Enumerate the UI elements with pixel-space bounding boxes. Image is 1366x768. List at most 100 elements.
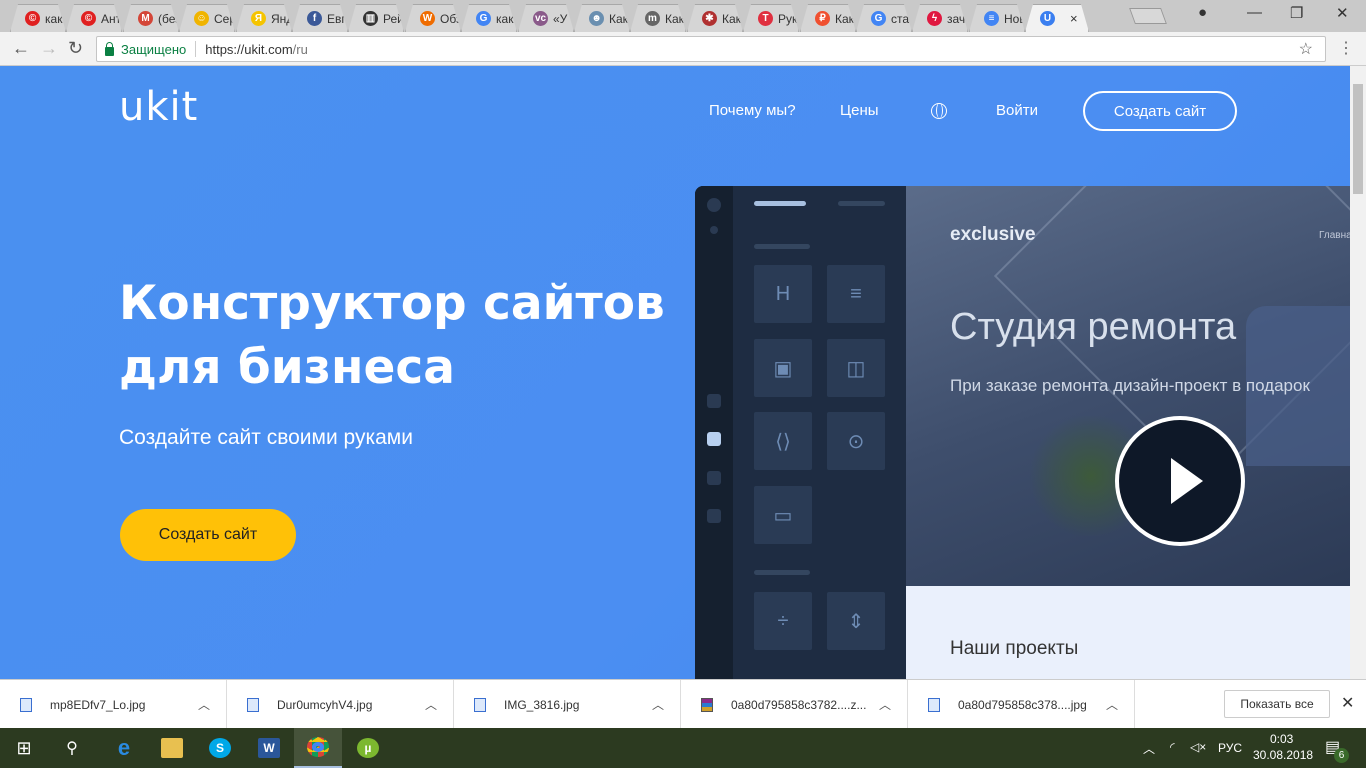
url-host: https://ukit.com [205, 41, 293, 57]
browser-tab[interactable]: Gкак [461, 4, 517, 32]
nav-login[interactable]: Войти [996, 102, 1038, 119]
rail-item [707, 394, 721, 408]
browser-tab[interactable]: © Ант [66, 4, 122, 32]
taskbar-utorrent[interactable]: µ [344, 728, 392, 768]
chevron-up-icon[interactable]: ︿ [1106, 696, 1118, 713]
file-icon [474, 697, 486, 712]
taskbar-word[interactable]: W [245, 728, 293, 768]
download-item[interactable]: Dur0umcyhV4.jpg ︿ [227, 680, 454, 729]
ruble-icon: ₽ [815, 11, 830, 26]
tab-title: как [45, 11, 63, 26]
close-tab-icon[interactable]: × [1070, 11, 1078, 26]
taskbar-skype[interactable]: S [196, 728, 244, 768]
profile-icon[interactable]: ● [1198, 4, 1207, 21]
browser-tab[interactable]: ₽ Как [800, 4, 856, 32]
download-item[interactable]: 0a80d795858c3782....z... ︿ [681, 680, 908, 729]
browser-tab[interactable]: ☻ Как [574, 4, 630, 32]
rail-dot [707, 198, 721, 212]
chevron-up-icon[interactable]: ︿ [198, 696, 210, 713]
new-tab-button[interactable] [1129, 8, 1167, 24]
url-text[interactable]: https://ukit.com/ru [205, 42, 308, 57]
chevron-up-icon[interactable]: ︿ [879, 696, 891, 713]
browser-tab[interactable]: ϟ зач [912, 4, 968, 32]
tab-title: как [496, 11, 514, 26]
tray-expand-icon[interactable]: ︿ [1143, 740, 1155, 757]
browser-menu-icon[interactable]: ⋮ [1338, 38, 1354, 58]
windows-taskbar: ⊞ ⚲ e S W µ ︿ ◜ ◁× РУС 0:03 30.08.2018 ▤… [0, 728, 1366, 768]
facebook-icon: f [307, 11, 322, 26]
globe-icon[interactable] [931, 103, 947, 119]
browser-tab[interactable]: Gстат [856, 4, 912, 32]
browser-tab[interactable]: vc «У [518, 4, 574, 32]
copyright-icon: © [81, 11, 96, 26]
browser-tab[interactable]: © как [10, 4, 66, 32]
ukit-icon: U [1040, 11, 1055, 26]
m-icon: m [645, 11, 660, 26]
wifi-icon[interactable]: ◜ [1170, 740, 1175, 754]
page-scrollbar[interactable] [1350, 66, 1366, 679]
browser-tab[interactable]: M (без [123, 4, 179, 32]
browser-tab[interactable]: ▥ Рей [348, 4, 404, 32]
search-icon: ⚲ [66, 740, 78, 757]
tab-title: Евге [327, 11, 348, 26]
heading-tile: H [754, 265, 812, 323]
search-button[interactable]: ⚲ [48, 728, 96, 768]
chart-icon: ▥ [363, 11, 378, 26]
restore-button[interactable]: ❐ [1290, 4, 1303, 22]
browser-tab[interactable]: ✱ Как [687, 4, 743, 32]
site-preview: exclusive Главная Студия ремонта При зак… [906, 186, 1350, 586]
start-button[interactable]: ⊞ [0, 728, 48, 768]
chevron-up-icon[interactable]: ︿ [425, 696, 437, 713]
edge-icon: e [117, 735, 131, 760]
download-item[interactable]: mp8EDfv7_Lo.jpg ︿ [0, 680, 227, 729]
chevron-up-icon[interactable]: ︿ [652, 696, 664, 713]
taskbar-edge[interactable]: e [100, 728, 148, 768]
back-button[interactable]: ← [12, 38, 30, 59]
browser-tab[interactable]: ☺ Сер [179, 4, 235, 32]
download-filename: mp8EDfv7_Lo.jpg [50, 697, 146, 712]
clock-time[interactable]: 0:03 [1270, 732, 1293, 746]
avatar-icon: ☻ [589, 11, 604, 26]
nav-prices[interactable]: Цены [840, 102, 879, 119]
download-item[interactable]: IMG_3816.jpg ︿ [454, 680, 681, 729]
clock-date[interactable]: 30.08.2018 [1253, 748, 1313, 762]
close-downloads-icon[interactable]: ✕ [1341, 693, 1354, 713]
close-window-button[interactable]: ✕ [1336, 4, 1349, 22]
minimize-button[interactable]: — [1247, 4, 1262, 21]
reload-button[interactable]: ↻ [68, 38, 83, 59]
tab-title: Рук [778, 11, 798, 26]
taskbar-chrome[interactable] [294, 728, 342, 768]
browser-tab[interactable]: U × [1025, 4, 1089, 32]
play-video-button[interactable] [1115, 416, 1245, 546]
download-item[interactable]: 0a80d795858c378....jpg ︿ [908, 680, 1135, 729]
browser-tab[interactable]: m Как [630, 4, 686, 32]
ukit-landing-page: ukit Почему мы? Цены Войти Создать сайт … [0, 66, 1350, 679]
tab-title: Как [721, 11, 741, 26]
nav-why-us[interactable]: Почему мы? [709, 102, 796, 119]
chrome-icon [307, 737, 329, 757]
gallery-tile-icon: ◫ [827, 339, 885, 397]
vc-icon: vc [534, 13, 546, 24]
rail-item [707, 471, 721, 485]
file-icon [701, 697, 713, 712]
create-site-header-button[interactable]: Создать сайт [1083, 91, 1237, 131]
volume-muted-icon[interactable]: ◁× [1190, 740, 1206, 754]
address-bar[interactable]: Защищено https://ukit.com/ru ☆ [96, 36, 1326, 62]
browser-tab[interactable]: W Обз [405, 4, 461, 32]
browser-tab[interactable]: T Рук [743, 4, 799, 32]
editor-preview: H ≡ ▣ ◫ ⟨⟩ ⊙ ▭ ÷ ⇕ exclusive Главная Сту… [695, 186, 1350, 679]
ukit-logo[interactable]: ukit [119, 84, 198, 130]
forward-button[interactable]: → [40, 38, 58, 59]
file-icon [247, 697, 259, 712]
bookmark-star-icon[interactable]: ☆ [1299, 39, 1313, 59]
browser-tab[interactable]: ≡ Нов [969, 4, 1025, 32]
browser-tab[interactable]: Я Янд [236, 4, 292, 32]
show-all-downloads-button[interactable]: Показать все [1224, 690, 1330, 718]
divider-tile-icon: ÷ [754, 592, 812, 650]
download-filename: Dur0umcyhV4.jpg [277, 697, 373, 712]
taskbar-explorer[interactable] [148, 728, 196, 768]
browser-tab[interactable]: f Евге [292, 4, 348, 32]
language-indicator[interactable]: РУС [1218, 741, 1242, 755]
google-icon: G [476, 11, 491, 26]
create-site-button[interactable]: Создать сайт [120, 509, 296, 561]
